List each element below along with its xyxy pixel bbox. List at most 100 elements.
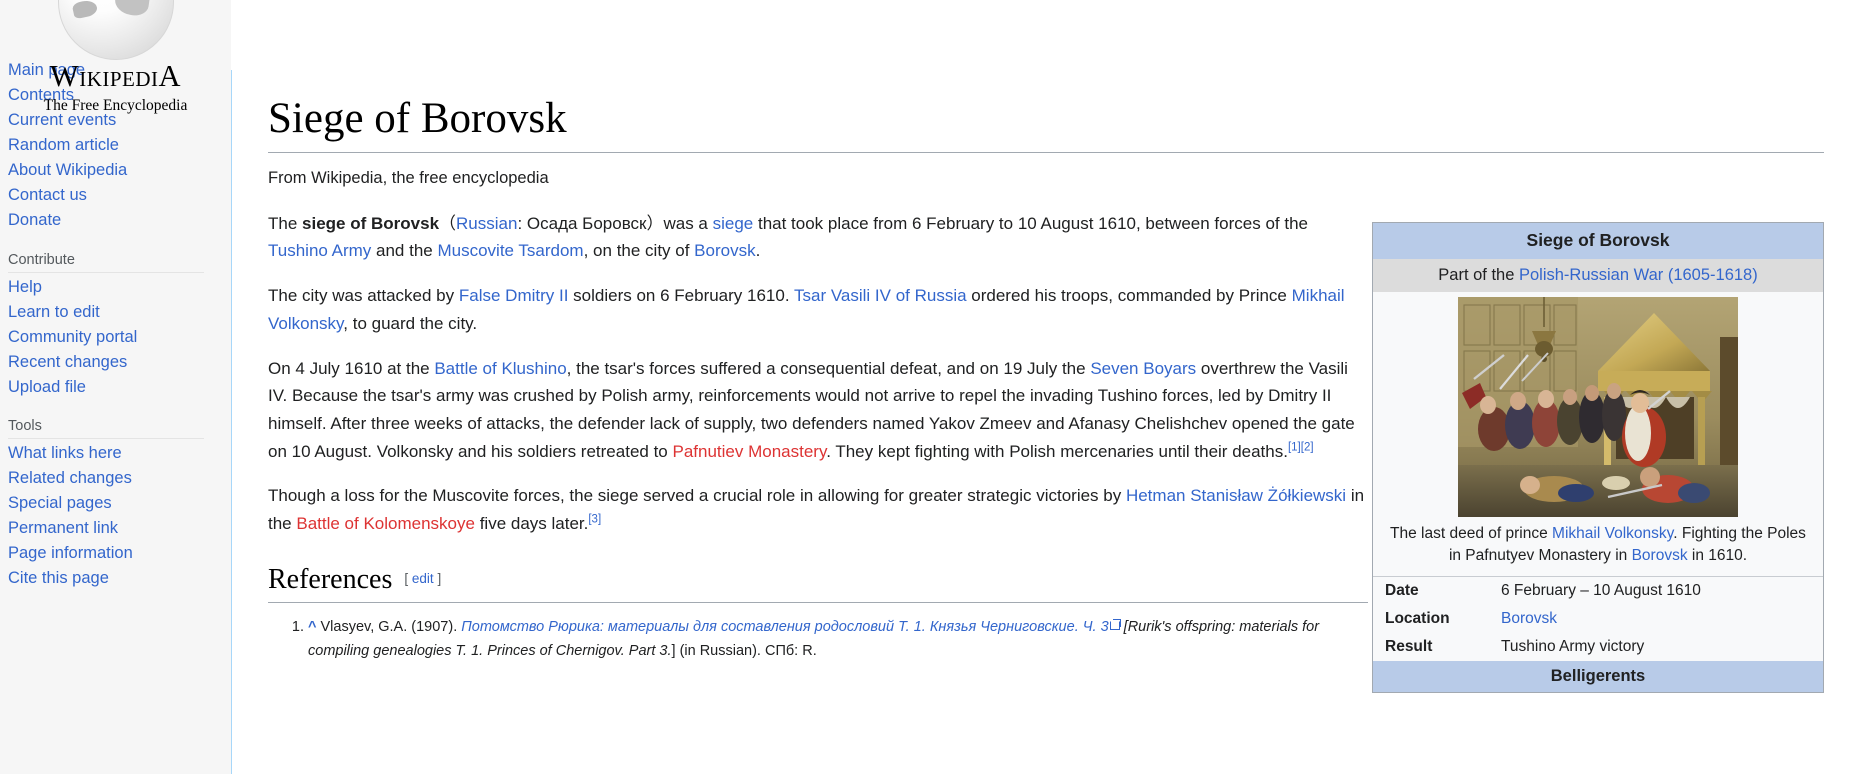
reference-backlink-caret[interactable]: ^ xyxy=(308,619,316,635)
p2-text-1: The city was attacked by xyxy=(268,286,459,305)
p3-text-2: , the tsar's forces suffered a consequen… xyxy=(567,359,1091,378)
p4-link-hetman-zolkiewski[interactable]: Hetman Stanisław Żółkiewski xyxy=(1126,486,1346,505)
sidebar-item-random-article[interactable]: Random article xyxy=(8,133,231,158)
infobox-row: Date6 February – 10 August 1610 xyxy=(1373,577,1823,605)
p2-link-tsar-vasili-iv[interactable]: Tsar Vasili IV of Russia xyxy=(794,286,967,305)
infobox-image-cell xyxy=(1373,292,1823,517)
p4-text-3: five days later. xyxy=(475,514,588,533)
sidebar-item-community-portal[interactable]: Community portal xyxy=(8,325,231,350)
sidebar-item-contact-us[interactable]: Contact us xyxy=(8,183,231,208)
p1-link-siege[interactable]: siege xyxy=(713,214,754,233)
caption-link-borovsk[interactable]: Borovsk xyxy=(1632,547,1688,564)
sidebar-item-page-information[interactable]: Page information xyxy=(8,541,231,566)
paragraph-1: The siege of Borovsk（Russian: Осада Боро… xyxy=(268,210,1368,265)
citation-ref-1-link[interactable]: [1] xyxy=(1288,441,1301,453)
infobox-value-link-location[interactable]: Borovsk xyxy=(1501,610,1557,627)
sidebar-item-donate[interactable]: Donate xyxy=(8,208,231,233)
sidebar-heading-tools: Tools xyxy=(8,414,204,439)
reference-author-year: Vlasyev, G.A. (1907). xyxy=(321,619,462,635)
content-area: Siege of Borovsk From Wikipedia, the fre… xyxy=(231,70,1860,774)
p4-link-battle-of-kolomenskoye[interactable]: Battle of Kolomenskoye xyxy=(296,514,475,533)
citation-ref-3[interactable]: [3] xyxy=(588,513,601,525)
reference-list: ^ Vlasyev, G.A. (1907). Потомство Рюрика… xyxy=(268,615,1368,664)
page-title: Siege of Borovsk xyxy=(268,92,1824,153)
p3-text-1: On 4 July 1610 at the xyxy=(268,359,434,378)
references-heading: References[ edit ] xyxy=(268,564,1368,603)
paragraph-3: On 4 July 1610 at the Battle of Klushino… xyxy=(268,355,1368,466)
sidebar-heading-contribute: Contribute xyxy=(8,248,204,273)
p1-text-7: . xyxy=(756,241,761,260)
sidebar-item-what-links-here[interactable]: What links here xyxy=(8,441,231,466)
p1-link-tushino-army[interactable]: Tushino Army xyxy=(268,241,371,260)
wikipedia-wordmark: WIKIPEDIA xyxy=(0,61,231,92)
sidebar-tools-links: What links hereRelated changesSpecial pa… xyxy=(8,441,231,591)
wikipedia-globe-icon xyxy=(58,0,174,60)
infobox-caption: The last deed of prince Mikhail Volkonsk… xyxy=(1373,517,1823,577)
reference-tail: ] (in Russian). СПб: R. xyxy=(672,643,817,659)
edit-link[interactable]: edit xyxy=(412,571,434,586)
p1-text-1: The xyxy=(268,214,302,233)
sidebar-navigation: Main pageContentsCurrent eventsRandom ar… xyxy=(0,58,231,591)
external-link-icon xyxy=(1110,620,1120,630)
p1-link-russian[interactable]: Russian xyxy=(456,214,517,233)
infobox-row: ResultTushino Army victory xyxy=(1373,633,1823,661)
caption-link-volkonsky[interactable]: Mikhail Volkonsky xyxy=(1552,525,1673,542)
p1-text-6: , on the city of xyxy=(584,241,695,260)
sidebar-contribute-links: HelpLearn to editCommunity portalRecent … xyxy=(8,275,231,400)
citation-ref-3-link[interactable]: [3] xyxy=(588,513,601,525)
p1-text-2: （ xyxy=(439,214,456,233)
battle-painting-image xyxy=(1458,297,1738,517)
reference-title-russian-link[interactable]: Потомство Рюрика: материалы для составле… xyxy=(461,619,1108,635)
p1-link-borovsk[interactable]: Borovsk xyxy=(694,241,755,260)
wordmark-rest: IKIPEDI xyxy=(79,67,158,91)
infobox-section-belligerents: Belligerents xyxy=(1373,661,1823,692)
infobox-subtitle: Part of the Polish-Russian War (1605-161… xyxy=(1373,259,1823,292)
infobox-value-date: 6 February – 10 August 1610 xyxy=(1501,577,1823,605)
infobox-value-result: Tushino Army victory xyxy=(1501,633,1823,661)
p1-text-4: that took place from 6 February to 10 Au… xyxy=(753,214,1308,233)
wordmark-w: W xyxy=(50,59,79,93)
paragraph-4: Though a loss for the Muscovite forces, … xyxy=(268,482,1368,537)
caption-text-1: The last deed of prince xyxy=(1390,525,1552,542)
infobox-title: Siege of Borovsk xyxy=(1373,223,1823,259)
references-edit-section: [ edit ] xyxy=(404,571,441,586)
reference-item-1: ^ Vlasyev, G.A. (1907). Потомство Рюрика… xyxy=(308,615,1368,664)
infobox-details-table: Date6 February – 10 August 1610LocationB… xyxy=(1373,577,1823,661)
p1-text-3: : Осада Боровск）was a xyxy=(517,214,712,233)
p1-link-muscovite-tsardom[interactable]: Muscovite Tsardom xyxy=(437,241,583,260)
p3-link-pafnutiev-monastery[interactable]: Pafnutiev Monastery xyxy=(672,442,826,461)
wikipedia-logo[interactable]: WIKIPEDIA The Free Encyclopedia xyxy=(0,0,231,36)
caption-text-3: in 1610. xyxy=(1688,547,1747,564)
sidebar-item-upload-file[interactable]: Upload file xyxy=(8,375,231,400)
sidebar-item-help[interactable]: Help xyxy=(8,275,231,300)
infobox-label-result: Result xyxy=(1373,633,1501,661)
citation-ref-2[interactable]: [2] xyxy=(1301,441,1314,453)
p2-link-false-dmitry-ii[interactable]: False Dmitry II xyxy=(459,286,569,305)
sidebar-item-special-pages[interactable]: Special pages xyxy=(8,491,231,516)
sidebar-item-cite-this-page[interactable]: Cite this page xyxy=(8,566,231,591)
citation-ref-2-link[interactable]: [2] xyxy=(1301,441,1314,453)
sidebar-item-learn-to-edit[interactable]: Learn to edit xyxy=(8,300,231,325)
infobox-label-date: Date xyxy=(1373,577,1501,605)
p3-link-seven-boyars[interactable]: Seven Boyars xyxy=(1090,359,1196,378)
sidebar-item-permanent-link[interactable]: Permanent link xyxy=(8,516,231,541)
wikipedia-tagline: The Free Encyclopedia xyxy=(0,98,231,114)
p3-link-battle-of-klushino[interactable]: Battle of Klushino xyxy=(434,359,566,378)
sidebar-item-recent-changes[interactable]: Recent changes xyxy=(8,350,231,375)
site-subtitle: From Wikipedia, the free encyclopedia xyxy=(268,169,1824,188)
infobox-subtitle-link[interactable]: Polish-Russian War (1605-1618) xyxy=(1519,266,1758,284)
infobox-value-location[interactable]: Borovsk xyxy=(1501,605,1823,633)
sidebar-item-related-changes[interactable]: Related changes xyxy=(8,466,231,491)
sidebar: WIKIPEDIA The Free Encyclopedia Main pag… xyxy=(0,0,231,774)
edit-bracket-close: ] xyxy=(437,571,441,586)
p4-text-1: Though a loss for the Muscovite forces, … xyxy=(268,486,1126,505)
paragraph-2: The city was attacked by False Dmitry II… xyxy=(268,282,1368,337)
p2-text-3: ordered his troops, commanded by Prince xyxy=(967,286,1292,305)
p3-text-4: . They kept fighting with Polish mercena… xyxy=(826,442,1288,461)
citation-ref-1[interactable]: [1] xyxy=(1288,441,1301,453)
p2-text-4: , to guard the city. xyxy=(343,314,477,333)
infobox: Siege of Borovsk Part of the Polish-Russ… xyxy=(1372,222,1824,693)
wordmark-a: A xyxy=(159,59,182,93)
sidebar-item-about-wikipedia[interactable]: About Wikipedia xyxy=(8,158,231,183)
p1-text-5: and the xyxy=(371,241,437,260)
